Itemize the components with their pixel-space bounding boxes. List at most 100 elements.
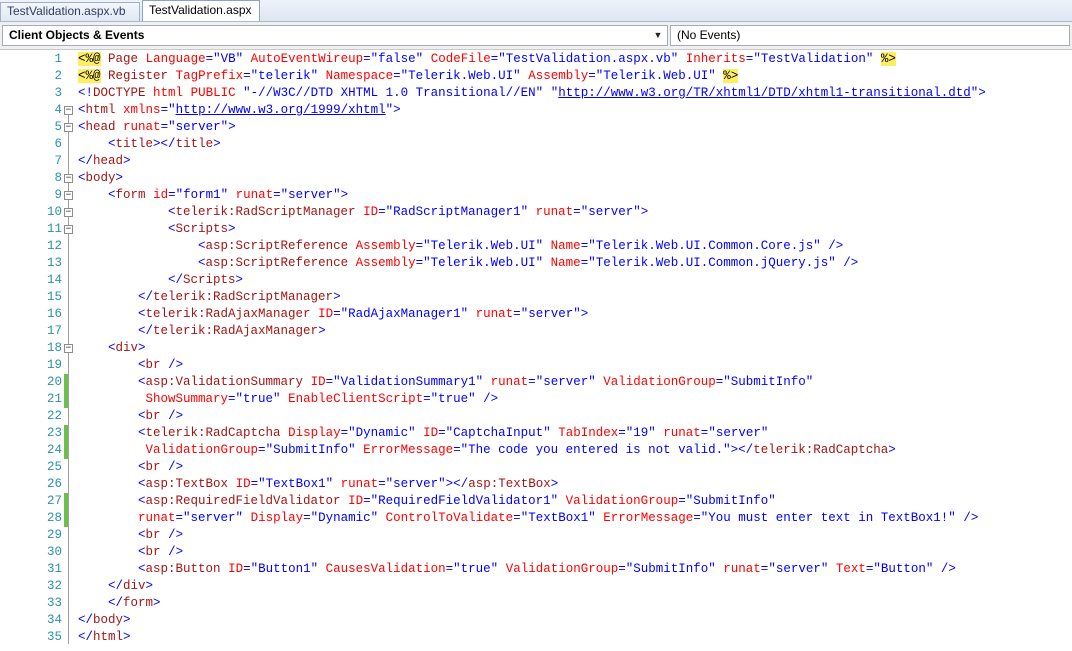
code-token: asp:ValidationSummary <box>145 375 304 389</box>
collapse-icon[interactable]: − <box>64 208 73 217</box>
code-text: <form id="form1" runat="server"> <box>78 187 348 204</box>
tab-testvalidation-aspx-vb[interactable]: TestValidation.aspx.vb <box>0 2 140 21</box>
code-line[interactable]: 8− <body> <box>0 170 1072 187</box>
code-token: "SubmitInfo" <box>723 375 814 389</box>
code-token: = <box>325 375 334 389</box>
code-line[interactable]: 15 </telerik:RadScriptManager> <box>0 289 1072 306</box>
code-token: Inherits <box>685 52 746 66</box>
code-line[interactable]: 34 </body> <box>0 612 1072 629</box>
code-line[interactable]: 35 </html> <box>0 629 1072 646</box>
code-token: br <box>145 358 161 372</box>
chevron-down-icon[interactable]: ▼ <box>652 26 664 45</box>
collapse-icon[interactable]: − <box>64 191 73 200</box>
code-token: Display <box>250 511 304 525</box>
code-token: telerik:RadScriptManager <box>175 205 356 219</box>
code-line[interactable]: 33 </form> <box>0 595 1072 612</box>
code-line[interactable]: 27 <asp:RequiredFieldValidator ID="Requi… <box>0 493 1072 510</box>
code-line[interactable]: 12 <asp:ScriptReference Assembly="Teleri… <box>0 238 1072 255</box>
code-line[interactable]: 21 ShowSummary="true" EnableClientScript… <box>0 391 1072 408</box>
code-line[interactable]: 16 <telerik:RadAjaxManager ID="RadAjaxMa… <box>0 306 1072 323</box>
collapse-icon[interactable]: − <box>64 225 73 234</box>
code-line[interactable]: 11− <Scripts> <box>0 221 1072 238</box>
code-line[interactable]: 2 <%@ Register TagPrefix="telerik" Namesp… <box>0 68 1072 85</box>
code-line[interactable]: 18− <div> <box>0 340 1072 357</box>
code-line[interactable]: 26 <asp:TextBox ID="TextBox1" runat="ser… <box>0 476 1072 493</box>
code-editor[interactable]: 1 <%@ Page Language="VB" AutoEventWireup=… <box>0 50 1072 651</box>
code-token: = <box>378 205 386 219</box>
code-line[interactable]: 28 runat="server" Display="Dynamic" Cont… <box>0 510 1072 527</box>
code-token: head <box>93 154 124 168</box>
code-token: br <box>145 528 161 542</box>
code-token: "true" <box>430 392 476 406</box>
code-line[interactable]: 17 </telerik:RadAjaxManager> <box>0 323 1072 340</box>
code-line[interactable]: 19 <br /> <box>0 357 1072 374</box>
code-line[interactable]: 31 <asp:Button ID="Button1" CausesValida… <box>0 561 1072 578</box>
code-token: /> <box>963 511 979 525</box>
code-line[interactable]: 1 <%@ Page Language="VB" AutoEventWireup=… <box>0 51 1072 68</box>
code-token: < <box>78 171 86 185</box>
code-token: Display <box>288 426 341 440</box>
code-token: > <box>123 613 131 627</box>
code-line[interactable]: 5− <head runat="server"> <box>0 119 1072 136</box>
code-line[interactable]: 22 <br /> <box>0 408 1072 425</box>
code-token: "server" <box>535 375 596 389</box>
line-number: 33 <box>46 596 62 610</box>
code-line[interactable]: 30 <br /> <box>0 544 1072 561</box>
collapse-icon[interactable]: − <box>64 344 73 353</box>
code-token: "The code you entered is not valid." <box>460 443 731 457</box>
code-token: "RadAjaxManager1" <box>340 307 469 321</box>
change-marker <box>64 493 68 510</box>
code-token: = <box>363 494 371 508</box>
code-line[interactable]: 14 </Scripts> <box>0 272 1072 289</box>
code-line[interactable]: 25 <br /> <box>0 459 1072 476</box>
code-line[interactable]: 4− <html xmlns="http://www.w3.org/1999/xh… <box>0 102 1072 119</box>
code-token: %> <box>880 52 896 66</box>
line-number: 35 <box>46 630 62 644</box>
code-line[interactable]: 23 <telerik:RadCaptcha Display="Dynamic"… <box>0 425 1072 442</box>
line-number: 12 <box>46 239 62 253</box>
code-token: "server" <box>168 120 229 134</box>
code-line[interactable]: 29 <br /> <box>0 527 1072 544</box>
line-number: 7 <box>54 154 62 168</box>
code-token: asp:RequiredFieldValidator <box>145 494 341 508</box>
code-token: < <box>138 477 146 491</box>
code-line[interactable]: 10− <telerik:RadScriptManager ID="RadScr… <box>0 204 1072 221</box>
code-line[interactable]: 13 <asp:ScriptReference Assembly="Teleri… <box>0 255 1072 272</box>
code-token: "true" <box>235 392 281 406</box>
code-token: %> <box>723 69 739 83</box>
code-token: > <box>115 171 124 185</box>
line-number: 31 <box>46 562 62 576</box>
code-token: br <box>145 409 161 423</box>
code-token: > <box>318 324 326 338</box>
code-line[interactable]: 7 </head> <box>0 153 1072 170</box>
tab-testvalidation-aspx[interactable]: TestValidation.aspx <box>142 0 260 21</box>
events-combo[interactable]: (No Events) <box>670 25 1070 46</box>
code-text: </Scripts> <box>78 272 243 289</box>
code-line[interactable]: 3 <!DOCTYPE html PUBLIC "-//W3C//DTD XHTM… <box>0 85 1072 102</box>
code-token: "Telerik.Web.UI" <box>400 69 521 83</box>
code-token: = <box>423 392 431 406</box>
code-token: "You must enter text in TextBox1!" <box>700 511 956 525</box>
code-token: ValidationGroup <box>505 562 619 576</box>
code-token: = <box>513 307 521 321</box>
client-objects-combo[interactable]: Client Objects & Events ▼ <box>2 25 668 46</box>
code-token: = <box>258 443 266 457</box>
collapse-icon[interactable]: − <box>64 123 73 132</box>
code-line[interactable]: 6 <title></title> <box>0 136 1072 153</box>
code-line[interactable]: 32 </div> <box>0 578 1072 595</box>
collapse-icon[interactable]: − <box>64 106 73 115</box>
code-line[interactable]: 24 ValidationGroup="SubmitInfo" ErrorMes… <box>0 442 1072 459</box>
code-line[interactable]: 20 <asp:ValidationSummary ID="Validation… <box>0 374 1072 391</box>
code-line[interactable]: 9− <form id="form1" runat="server"> <box>0 187 1072 204</box>
code-token: = <box>340 426 349 440</box>
code-token: = <box>243 562 251 576</box>
collapse-icon[interactable]: − <box>64 174 73 183</box>
